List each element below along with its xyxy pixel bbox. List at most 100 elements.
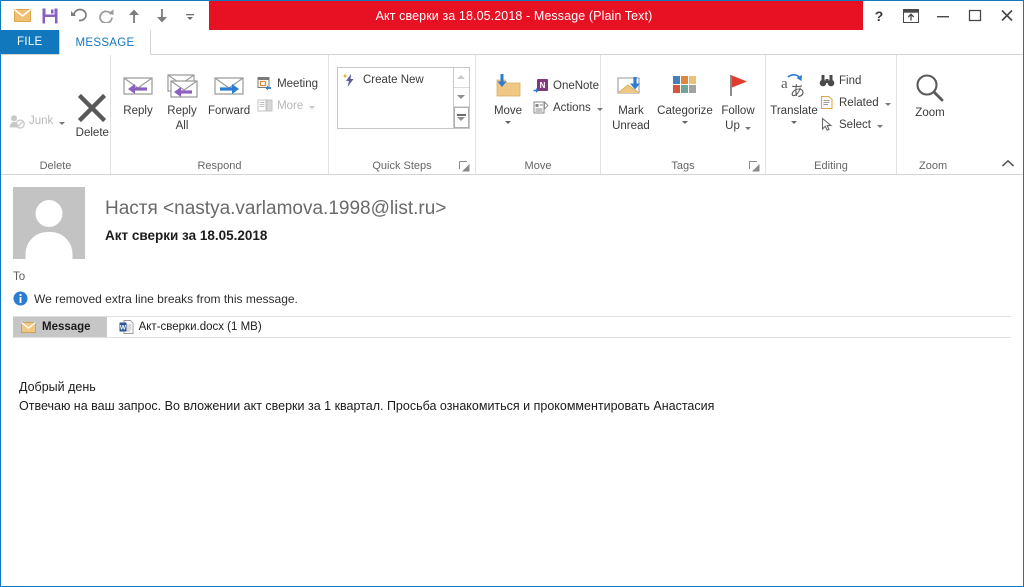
tab-file[interactable]: FILE xyxy=(1,30,59,54)
ribbon-group-quick-steps: Create New Quick Steps xyxy=(329,55,476,174)
mark-unread-button[interactable]: Mark Unread xyxy=(608,67,654,133)
move-button[interactable]: Move xyxy=(486,67,530,124)
info-icon xyxy=(13,291,28,306)
find-label: Find xyxy=(839,74,862,87)
delete-icon xyxy=(77,91,107,125)
zoom-label: Zoom xyxy=(915,107,945,119)
info-bar-text: We removed extra line breaks from this m… xyxy=(34,291,298,306)
quick-steps-scroll-up-button[interactable] xyxy=(453,68,469,88)
actions-label: Actions xyxy=(553,101,591,114)
message-tab-button[interactable]: Message xyxy=(13,317,107,337)
quick-steps-scroll-down-button[interactable] xyxy=(453,88,469,108)
redo-icon[interactable] xyxy=(93,3,119,29)
svg-text:N: N xyxy=(540,81,546,90)
select-label: Select xyxy=(839,118,871,131)
tags-dialog-launcher[interactable] xyxy=(749,161,760,172)
title-bar: Акт сверки за 18.05.2018 - Message (Plai… xyxy=(1,1,1023,30)
chevron-down-icon xyxy=(884,103,891,106)
meeting-icon xyxy=(257,76,273,92)
customize-qat-icon[interactable] xyxy=(177,3,203,29)
attachment-bar: Message W Акт-сверки.docx (1 MB) xyxy=(13,316,1011,338)
window-title: Акт сверки за 18.05.2018 - Message (Plai… xyxy=(375,8,653,23)
onenote-button[interactable]: N OneNote xyxy=(530,75,608,96)
reply-label: Reply xyxy=(123,105,153,117)
chevron-down-icon xyxy=(744,127,751,130)
follow-up-button[interactable]: Follow Up xyxy=(716,67,760,133)
mark-unread-label-line2: Unread xyxy=(612,120,650,132)
ribbon-group-label-delete: Delete xyxy=(39,159,72,172)
help-button[interactable]: ? xyxy=(863,1,895,30)
more-options-icon xyxy=(456,114,466,122)
junk-label: Junk xyxy=(29,115,54,127)
chevron-down-icon xyxy=(681,121,688,124)
chevron-up-icon xyxy=(457,75,466,80)
find-button[interactable]: Find xyxy=(816,70,896,91)
actions-button[interactable]: Actions xyxy=(530,97,608,118)
quick-steps-dialog-launcher[interactable] xyxy=(459,161,470,172)
translate-button[interactable]: aあ Translate xyxy=(770,67,818,124)
mail-icon[interactable] xyxy=(9,3,35,29)
reply-button[interactable]: Reply xyxy=(116,67,160,118)
meeting-button[interactable]: Meeting xyxy=(254,73,323,94)
categorize-button[interactable]: Categorize xyxy=(654,67,716,124)
next-item-icon[interactable] xyxy=(149,3,175,29)
more-icon xyxy=(257,98,273,114)
forward-button[interactable]: Forward xyxy=(204,67,254,118)
undo-icon[interactable] xyxy=(65,3,91,29)
delete-button[interactable]: Delete xyxy=(70,77,114,140)
delete-label: Delete xyxy=(75,126,109,139)
close-button[interactable] xyxy=(991,1,1023,30)
related-button[interactable]: Related xyxy=(816,92,896,113)
quick-steps-label-text: Quick Steps xyxy=(372,159,432,172)
binoculars-find-icon xyxy=(819,73,835,89)
chevron-down-icon xyxy=(59,121,66,125)
mark-unread-label-line1: Mark xyxy=(618,105,644,117)
tab-message[interactable]: MESSAGE xyxy=(58,30,152,55)
translate-label: Translate xyxy=(770,105,818,117)
quick-steps-scrollbar[interactable] xyxy=(453,67,470,129)
message-tab-label: Message xyxy=(42,321,91,333)
junk-button[interactable]: Junk xyxy=(6,111,70,132)
attachment-item[interactable]: W Акт-сверки.docx (1 MB) xyxy=(107,317,270,337)
chevron-down-icon xyxy=(457,95,466,99)
follow-up-flag-icon xyxy=(723,69,753,103)
reply-all-label-line1: Reply xyxy=(167,105,197,117)
select-button[interactable]: Select xyxy=(816,114,896,135)
previous-item-icon[interactable] xyxy=(121,3,147,29)
minimize-button[interactable] xyxy=(927,1,959,30)
message-subject: Акт сверки за 18.05.2018 xyxy=(105,228,268,243)
message-body-line-1: Добрый день xyxy=(19,380,96,394)
reply-all-button[interactable]: Reply All xyxy=(160,67,204,133)
ribbon-group-label-editing: Editing xyxy=(814,159,848,172)
zoom-magnifier-icon xyxy=(913,71,947,105)
ribbon-group-move: Move N OneNote Actions Move xyxy=(476,55,603,174)
lightning-bolt-icon xyxy=(342,72,358,88)
collapse-ribbon-button[interactable] xyxy=(1001,159,1015,171)
avatar-head xyxy=(35,200,63,227)
message-header: Настя <nastya.varlamova.1998@list.ru> Ак… xyxy=(1,175,1023,259)
cursor-select-icon xyxy=(819,117,835,133)
more-label: More xyxy=(277,99,304,112)
categorize-label: Categorize xyxy=(657,105,713,117)
zoom-button[interactable]: Zoom xyxy=(907,69,953,120)
svg-text:あ: あ xyxy=(790,83,805,100)
reply-all-icon xyxy=(165,69,199,103)
quick-step-create-new[interactable]: Create New xyxy=(338,71,453,89)
maximize-button[interactable] xyxy=(959,1,991,30)
quick-steps-gallery[interactable]: Create New xyxy=(337,67,454,129)
zoom-label-text: Zoom xyxy=(919,159,948,172)
info-bar[interactable]: We removed extra line breaks from this m… xyxy=(1,283,1023,306)
save-icon[interactable] xyxy=(37,3,63,29)
ribbon-group-label-move: Move xyxy=(524,159,552,172)
onenote-label: OneNote xyxy=(553,79,600,92)
meeting-label: Meeting xyxy=(277,77,318,90)
quick-steps-more-button[interactable] xyxy=(453,107,469,129)
related-document-icon xyxy=(819,95,835,111)
more-respond-button[interactable]: More xyxy=(254,95,323,116)
ribbon-group-delete: Junk Delete Delete xyxy=(1,55,111,174)
follow-up-label-line2: Up xyxy=(725,120,740,132)
avatar-body xyxy=(25,232,73,259)
actions-icon xyxy=(533,100,549,116)
sender-address: Настя <nastya.varlamova.1998@list.ru> xyxy=(105,198,447,219)
ribbon-display-options-button[interactable] xyxy=(895,1,927,30)
